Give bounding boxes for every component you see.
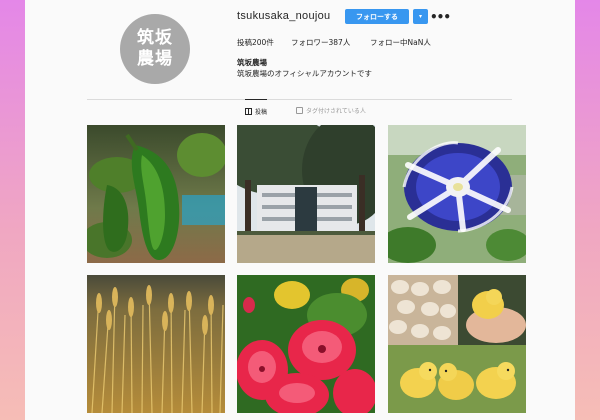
tab-tagged-label: タグ付けされている人 (306, 108, 366, 115)
post-tile-6[interactable] (388, 275, 526, 413)
wheat-field-photo (87, 275, 225, 413)
grid-icon (245, 108, 252, 115)
following-count[interactable]: フォロー中NaN人 (370, 37, 431, 48)
suggestions-dropdown-button[interactable]: ▾ (413, 9, 428, 24)
full-name: 筑坂農場 (237, 58, 267, 67)
profile-panel: 筑坂 農場 tsukusaka_noujou フォローする ▾ ••• 投稿20… (25, 0, 575, 420)
school-building-photo (237, 125, 375, 263)
morning-glory-photo (388, 125, 526, 263)
post-tile-1[interactable] (87, 125, 225, 263)
follow-button[interactable]: フォローする (345, 9, 409, 24)
green-peppers-photo (87, 125, 225, 263)
chicks-photo (388, 275, 526, 413)
tab-tagged[interactable]: タグ付けされている人 (296, 100, 366, 115)
red-dianthus-photo (237, 275, 375, 413)
bio: 筑坂農場のオフィシャルアカウントです (237, 69, 372, 78)
username: tsukusaka_noujou (237, 10, 331, 22)
post-tile-5[interactable] (237, 275, 375, 413)
tag-icon (296, 107, 303, 114)
avatar-text-line2: 農場 (137, 49, 173, 69)
tab-posts-label: 投稿 (255, 109, 268, 116)
followers-count[interactable]: フォロワー387人 (291, 37, 350, 48)
post-tile-3[interactable] (388, 125, 526, 263)
more-options-icon[interactable]: ••• (430, 9, 451, 24)
avatar-text-line1: 筑坂 (137, 28, 173, 48)
tab-posts[interactable]: 投稿 (245, 99, 268, 116)
avatar[interactable]: 筑坂 農場 (120, 14, 190, 84)
posts-count: 投稿200件 (237, 38, 274, 47)
post-tile-2[interactable] (237, 125, 375, 263)
post-tile-4[interactable] (87, 275, 225, 413)
